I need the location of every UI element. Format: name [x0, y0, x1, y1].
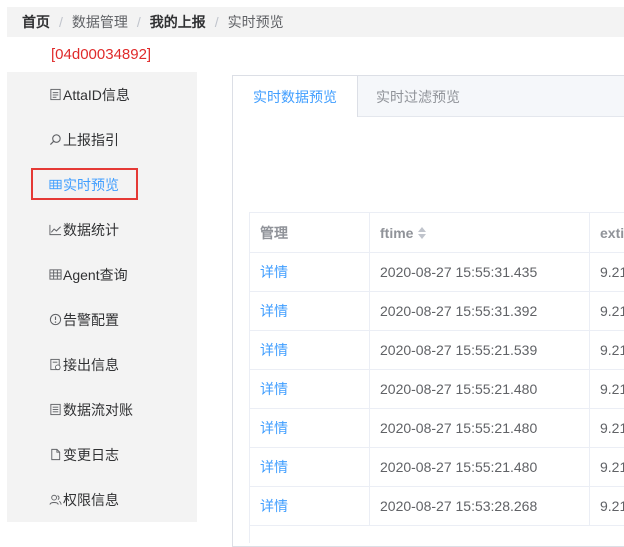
column-header-manage: 管理 [250, 213, 370, 252]
sidebar-item-permission-info[interactable]: 权限信息 [7, 477, 238, 522]
table-row: 详情 2020-08-27 15:55:31.435 9.21 [250, 252, 624, 292]
sidebar-item-label: 数据流对账 [63, 401, 133, 418]
table-row: 详情 2020-08-27 15:55:21.480 9.21 [250, 447, 624, 487]
tab-realtime-data-preview[interactable]: 实时数据预览 [233, 76, 358, 117]
ftime-cell: 2020-08-27 15:55:31.392 [370, 291, 590, 330]
ftime-cell: 2020-08-27 15:55:21.480 [370, 369, 590, 408]
sidebar-item-alert-config[interactable]: 告警配置 [7, 297, 238, 342]
document-icon [48, 88, 62, 102]
exti-cell: 9.21 [600, 497, 624, 514]
top-bar: 首页 / 数据管理 / 我的上报 / 实时预览 [7, 7, 624, 37]
breadcrumb-current: 实时预览 [227, 14, 284, 30]
exti-cell: 9.21 [600, 302, 624, 319]
table-row: 详情 2020-08-27 15:55:21.480 9.21 [250, 408, 624, 448]
breadcrumb: 首页 / 数据管理 / 我的上报 / 实时预览 [22, 7, 284, 37]
exti-cell: 9.21 [600, 341, 624, 358]
users-icon [48, 493, 62, 507]
sidebar: AttaID信息 上报指引 实时预览 数据统计 Agent查询 告警配置 接出信… [7, 72, 197, 522]
sidebar-item-atta-id-info[interactable]: AttaID信息 [7, 72, 238, 117]
sort-icon[interactable] [418, 226, 427, 240]
sidebar-item-dataflow-reconcile[interactable]: 数据流对账 [7, 387, 238, 432]
sidebar-item-label: 数据统计 [63, 221, 119, 238]
sidebar-item-label: 上报指引 [63, 131, 119, 148]
detail-link[interactable]: 详情 [260, 262, 288, 282]
detail-link[interactable]: 详情 [260, 301, 288, 321]
breadcrumb-data-management[interactable]: 数据管理 [72, 12, 128, 32]
export-icon [48, 358, 62, 372]
column-header-ftime[interactable]: ftime [370, 213, 590, 252]
table-row: 详情 2020-08-27 15:53:28.268 9.21 [250, 486, 624, 526]
breadcrumb-my-reports[interactable]: 我的上报 [150, 12, 206, 32]
ftime-cell: 2020-08-27 15:53:28.268 [370, 486, 590, 525]
file-icon [48, 448, 62, 462]
sidebar-item-label: 权限信息 [63, 491, 119, 508]
breadcrumb-separator: / [214, 14, 219, 30]
table-row: 详情 2020-08-27 15:55:21.480 9.21 [250, 369, 624, 409]
breadcrumb-home[interactable]: 首页 [22, 12, 50, 32]
detail-link[interactable]: 详情 [260, 340, 288, 360]
line-chart-icon [48, 223, 62, 237]
sidebar-item-report-guide[interactable]: 上报指引 [7, 117, 238, 162]
sidebar-item-label: 接出信息 [63, 356, 119, 373]
column-header-label: ftime [380, 224, 414, 241]
exti-cell: 9.21 [600, 419, 624, 436]
preview-table: 管理 ftime exti 详情 2020-08-27 15:55:31.435… [249, 212, 624, 543]
sidebar-item-data-statistics[interactable]: 数据统计 [7, 207, 238, 252]
tabs-header: 实时数据预览 实时过滤预览 [233, 76, 624, 117]
breadcrumb-separator: / [136, 14, 141, 30]
detail-link[interactable]: 详情 [260, 379, 288, 399]
column-header-exti: exti [600, 224, 624, 241]
sidebar-item-change-log[interactable]: 变更日志 [7, 432, 238, 477]
table-row: 详情 2020-08-27 15:55:21.539 9.21 [250, 330, 624, 370]
detail-link[interactable]: 详情 [260, 496, 288, 516]
table-row: 详情 2020-08-27 15:55:31.392 9.21 [250, 291, 624, 331]
atta-id-label: [04d00034892] [51, 46, 152, 63]
sidebar-item-agent-query[interactable]: Agent查询 [7, 252, 238, 297]
table-icon [48, 178, 62, 192]
exti-cell: 9.21 [600, 380, 624, 397]
sidebar-item-label: Agent查询 [63, 266, 128, 283]
grid-icon [48, 268, 62, 282]
exti-cell: 9.21 [600, 458, 624, 475]
tab-realtime-filter-preview[interactable]: 实时过滤预览 [358, 76, 478, 117]
sidebar-item-realtime-preview[interactable]: 实时预览 [7, 162, 238, 207]
search-icon [48, 133, 62, 147]
ftime-cell: 2020-08-27 15:55:21.480 [370, 408, 590, 447]
sidebar-item-label: 实时预览 [63, 176, 119, 193]
sidebar-item-label: 变更日志 [63, 446, 119, 463]
table-header-row: 管理 ftime exti [250, 213, 624, 253]
sidebar-item-export-info[interactable]: 接出信息 [7, 342, 238, 387]
detail-link[interactable]: 详情 [260, 457, 288, 477]
detail-link[interactable]: 详情 [260, 418, 288, 438]
sidebar-item-label: AttaID信息 [63, 86, 130, 103]
ftime-cell: 2020-08-27 15:55:21.480 [370, 447, 590, 486]
clock-icon [48, 313, 62, 327]
ftime-cell: 2020-08-27 15:55:31.435 [370, 252, 590, 291]
breadcrumb-separator: / [59, 14, 63, 30]
sidebar-item-label: 告警配置 [63, 311, 119, 328]
exti-cell: 9.21 [600, 263, 624, 280]
ledger-icon [48, 403, 62, 417]
ftime-cell: 2020-08-27 15:55:21.539 [370, 330, 590, 369]
